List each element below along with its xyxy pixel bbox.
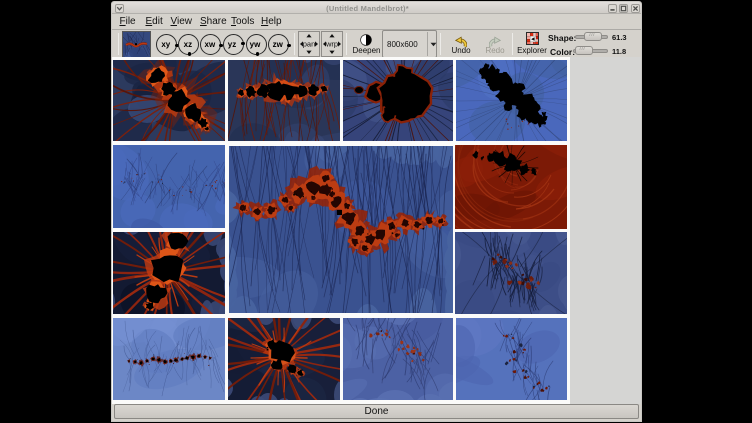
svg-text:wrp: wrp [324, 40, 337, 49]
svg-text:pan: pan [302, 40, 315, 49]
